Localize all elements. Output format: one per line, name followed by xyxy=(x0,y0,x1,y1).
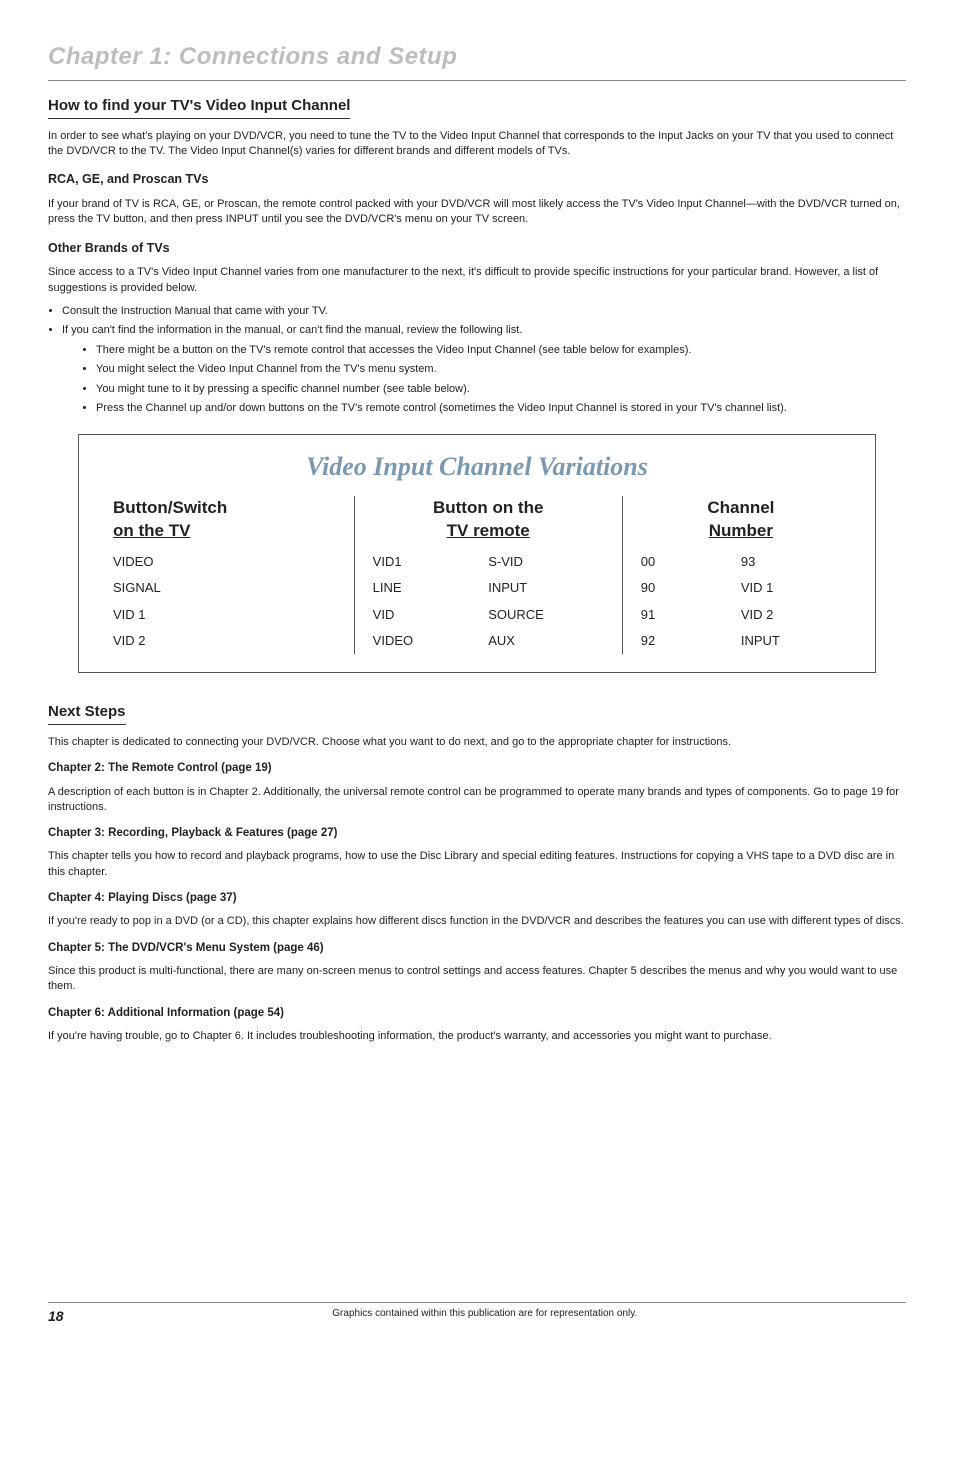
body-text: Since this product is multi-functional, … xyxy=(48,964,906,995)
table-cell: VIDEO xyxy=(113,549,336,575)
table-col-channel-number: ChannelNumber 0093 90VID 1 91VID 2 92INP… xyxy=(623,496,847,654)
footer-text: Graphics contained within this publicati… xyxy=(332,1307,637,1327)
section-heading-video-input: How to find your TV's Video Input Channe… xyxy=(48,95,350,119)
body-text: If you're having trouble, go to Chapter … xyxy=(48,1029,906,1044)
table-row: 90VID 1 xyxy=(641,575,841,601)
bullet-list: Consult the Instruction Manual that came… xyxy=(50,304,906,339)
variations-table: Video Input Channel Variations Button/Sw… xyxy=(78,434,876,673)
table-cell: SIGNAL xyxy=(113,575,336,601)
table-title: Video Input Channel Variations xyxy=(107,449,847,485)
table-row: 92INPUT xyxy=(641,628,841,654)
subheading-other-brands: Other Brands of TVs xyxy=(48,240,906,258)
bullet-list-inner: There might be a button on the TV's remo… xyxy=(82,343,906,417)
table-cell: VID 2 xyxy=(113,628,336,654)
list-item: There might be a button on the TV's remo… xyxy=(96,343,906,358)
list-item: Press the Channel up and/or down buttons… xyxy=(96,401,906,416)
list-item: Consult the Instruction Manual that came… xyxy=(62,304,906,319)
chapter-ref-heading: Chapter 3: Recording, Playback & Feature… xyxy=(48,825,906,841)
body-text: A description of each button is in Chapt… xyxy=(48,785,906,816)
body-text: If your brand of TV is RCA, GE, or Prosc… xyxy=(48,197,906,228)
list-item: If you can't find the information in the… xyxy=(62,323,906,338)
table-row: 0093 xyxy=(641,549,841,575)
section-heading-next-steps: Next Steps xyxy=(48,701,126,725)
body-text: Since access to a TV's Video Input Chann… xyxy=(48,265,906,296)
body-text: This chapter is dedicated to connecting … xyxy=(48,735,906,750)
chapter-title: Chapter 1: Connections and Setup xyxy=(48,40,906,74)
body-text: This chapter tells you how to record and… xyxy=(48,849,906,880)
table-row: LINEINPUT xyxy=(373,575,604,601)
chapter-ref-heading: Chapter 4: Playing Discs (page 37) xyxy=(48,890,906,906)
table-col-button-remote: Button on theTV remote VID1S-VID LINEINP… xyxy=(354,496,623,654)
table-header: Button on theTV remote xyxy=(373,496,604,544)
page-number: 18 xyxy=(48,1307,64,1327)
table-header: ChannelNumber xyxy=(641,496,841,544)
table-cell: VID 1 xyxy=(113,602,336,628)
divider xyxy=(48,80,906,81)
subheading-rca: RCA, GE, and Proscan TVs xyxy=(48,171,906,189)
table-row: VIDEOAUX xyxy=(373,628,604,654)
chapter-ref-heading: Chapter 5: The DVD/VCR's Menu System (pa… xyxy=(48,940,906,956)
body-text: In order to see what's playing on your D… xyxy=(48,129,906,160)
table-row: 91VID 2 xyxy=(641,602,841,628)
table-col-button-switch: Button/Switchon the TV VIDEO SIGNAL VID … xyxy=(107,496,354,654)
table-row: VID1S-VID xyxy=(373,549,604,575)
body-text: If you're ready to pop in a DVD (or a CD… xyxy=(48,914,906,929)
chapter-ref-heading: Chapter 2: The Remote Control (page 19) xyxy=(48,760,906,776)
page-footer: 18 Graphics contained within this public… xyxy=(48,1302,906,1327)
chapter-ref-heading: Chapter 6: Additional Information (page … xyxy=(48,1005,906,1021)
table-header: Button/Switchon the TV xyxy=(113,496,336,544)
table-row: VIDSOURCE xyxy=(373,602,604,628)
list-item: You might tune to it by pressing a speci… xyxy=(96,382,906,397)
list-item: You might select the Video Input Channel… xyxy=(96,362,906,377)
